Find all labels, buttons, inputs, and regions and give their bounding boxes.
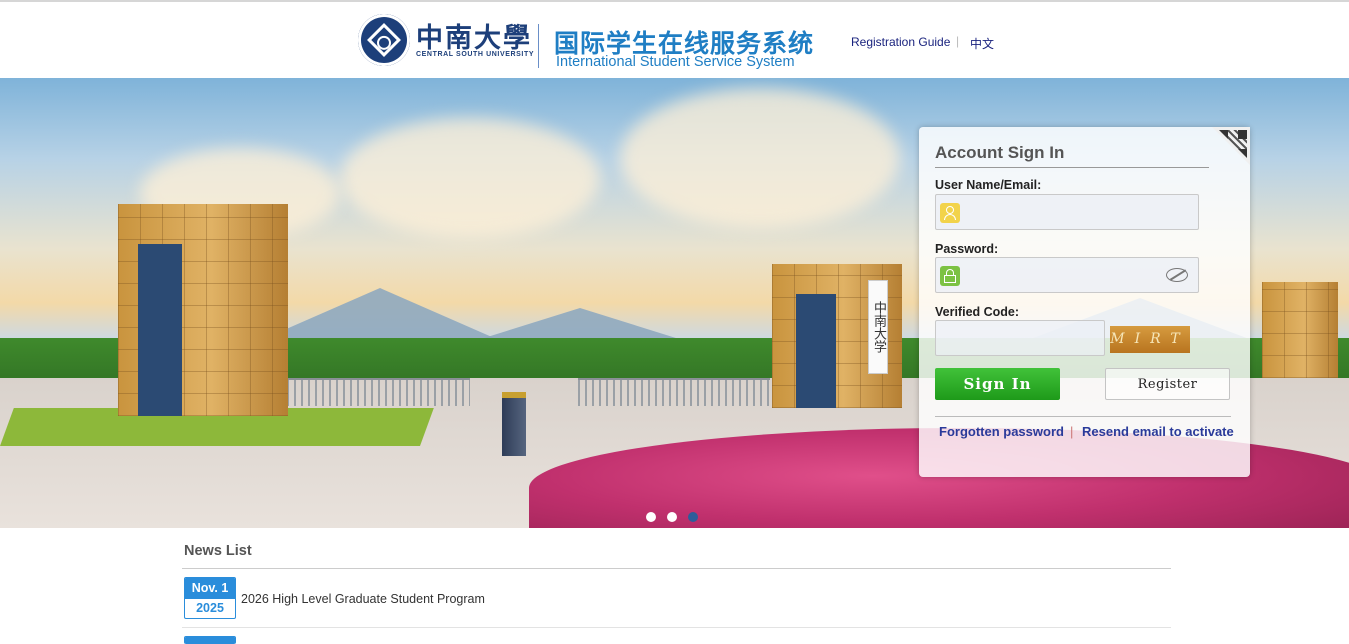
university-seal-icon <box>358 14 410 66</box>
password-field[interactable] <box>935 257 1199 294</box>
login-footer-divider <box>935 416 1231 417</box>
login-title: Account Sign In <box>935 143 1065 162</box>
news-date-year: 2025 <box>196 601 224 615</box>
bollard <box>502 392 526 456</box>
sign-in-button[interactable]: Sign In <box>935 368 1060 400</box>
username-label: User Name/Email: <box>935 178 1042 192</box>
resend-activation-link[interactable]: Resend email to activate <box>1082 424 1234 439</box>
lock-icon <box>940 266 960 286</box>
university-name-en: CENTRAL SOUTH UNIVERSITY <box>416 51 535 58</box>
verified-code-input[interactable] <box>942 321 1102 357</box>
university-logo[interactable]: 中南大學 CENTRAL SOUTH UNIVERSITY <box>358 14 538 70</box>
news-title-divider <box>182 568 1171 569</box>
login-title-divider <box>935 167 1209 168</box>
language-switch-link[interactable]: 中文 <box>970 35 994 52</box>
gate-pillar-far-right <box>1262 282 1338 378</box>
news-date-badge: Nov. 1 2025 <box>184 577 236 619</box>
carousel-dot-1[interactable] <box>646 512 656 522</box>
system-title-en: International Student Service System <box>556 54 795 70</box>
password-input[interactable] <box>966 258 1170 294</box>
eye-slash-icon[interactable] <box>1166 268 1188 282</box>
gate-pillar-left <box>118 204 288 416</box>
logo-divider <box>538 24 539 68</box>
news-list-title: News List <box>184 543 252 559</box>
news-date-month-day: Nov. 1 <box>185 578 235 599</box>
university-name-cn: 中南大學 <box>416 23 532 54</box>
user-icon <box>940 203 960 223</box>
qr-code-icon[interactable] <box>1212 127 1250 165</box>
verified-code-label: Verified Code: <box>935 305 1020 319</box>
site-header: 中南大學 CENTRAL SOUTH UNIVERSITY 国际学生在线服务系统… <box>0 2 1349 78</box>
carousel-dot-3[interactable] <box>688 512 698 522</box>
captcha-image[interactable]: MIRT <box>1110 326 1190 353</box>
header-separator: | <box>956 34 960 48</box>
username-field[interactable] <box>935 194 1199 231</box>
carousel-dot-2[interactable] <box>667 512 677 522</box>
news-item-link[interactable]: 2026 High Level Graduate Student Program <box>241 592 485 606</box>
login-link-separator: | <box>1070 424 1074 439</box>
news-row-divider <box>182 627 1171 628</box>
forgotten-password-link[interactable]: Forgotten password <box>939 424 1064 439</box>
news-date-badge-next <box>184 636 236 644</box>
login-panel: Account Sign In User Name/Email: Passwor… <box>919 127 1250 477</box>
password-label: Password: <box>935 242 999 256</box>
gate-name-sign: 中南大学 <box>868 280 888 374</box>
verified-code-field[interactable] <box>935 320 1105 357</box>
username-input[interactable] <box>966 195 1170 231</box>
registration-guide-link[interactable]: Registration Guide <box>851 35 950 49</box>
register-button[interactable]: Register <box>1105 368 1230 400</box>
